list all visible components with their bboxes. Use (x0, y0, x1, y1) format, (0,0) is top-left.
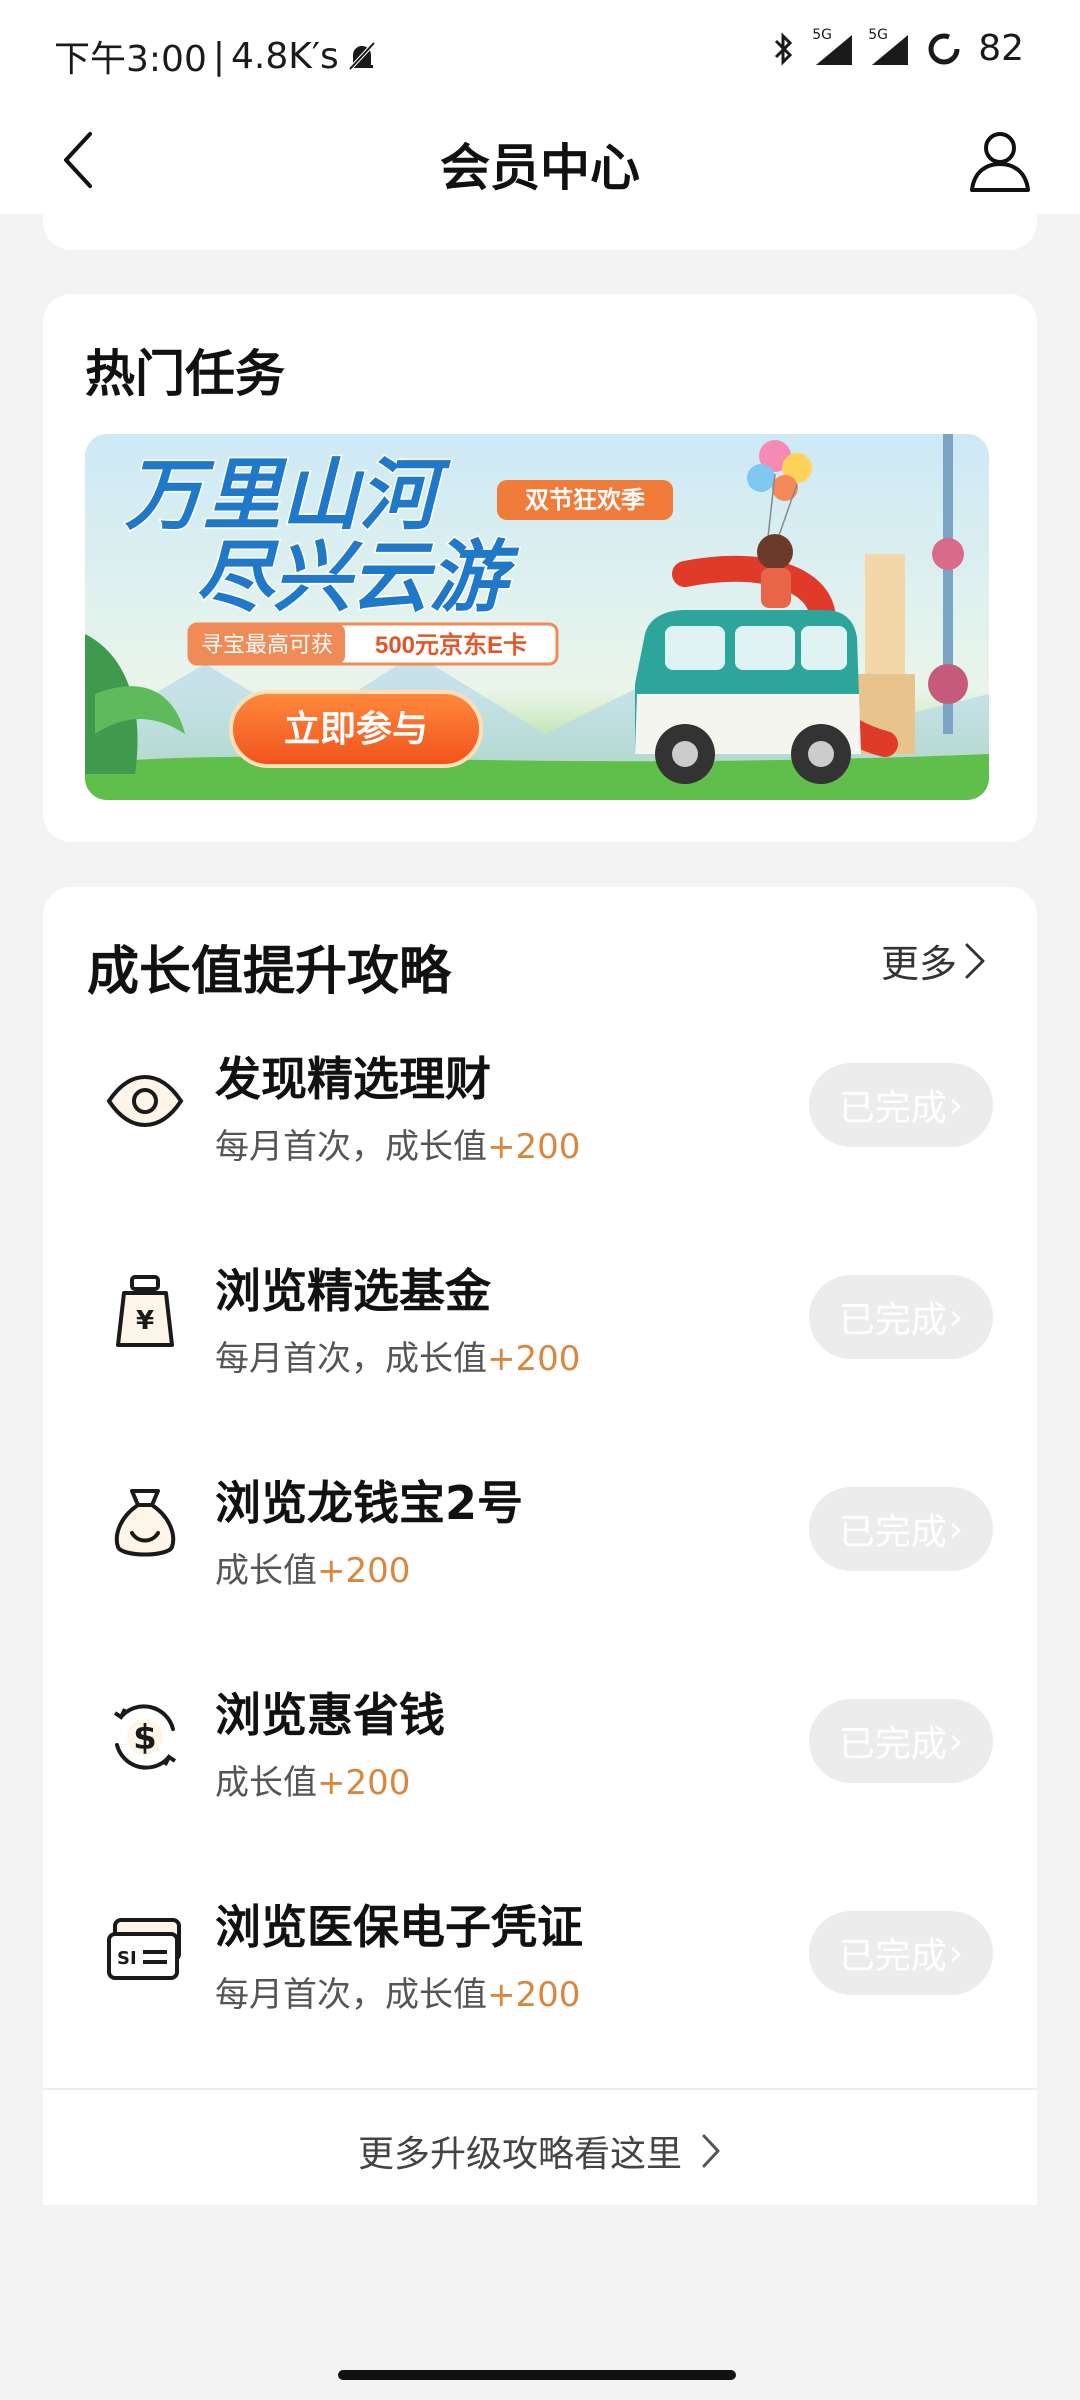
svg-text:¥: ¥ (136, 1306, 154, 1336)
signal-strength-1: 5G (812, 27, 854, 65)
battery-level: 82 (978, 28, 1024, 69)
banner-promo-prefix: 寻宝最高可获 (201, 632, 333, 657)
task-row: 浏览龙钱宝2号 成长值+200 已完成 › (43, 1427, 1037, 1639)
task-name: 浏览医保电子凭证 (215, 1900, 583, 1954)
battery-ring-icon (928, 33, 960, 64)
nav-bar: 会员中心 (0, 106, 1080, 214)
task-completed-button[interactable]: 已完成 › (809, 1911, 993, 1995)
task-row: 发现精选理财 每月首次，成长值+200 已完成 › (43, 1003, 1037, 1215)
task-desc: 每月首次，成长值+200 (215, 1339, 581, 1379)
status-time: 下午3:00 (54, 39, 207, 80)
bluetooth-icon (775, 31, 793, 66)
money-jar-icon: ¥ (99, 1267, 191, 1359)
task-name: 浏览惠省钱 (215, 1688, 445, 1742)
previous-card-bottom (43, 214, 1037, 250)
profile-button[interactable] (958, 118, 1042, 202)
chevron-right-icon: › (948, 1296, 964, 1338)
divider (43, 2088, 1037, 2090)
growth-heading: 成长值提升攻略 (87, 942, 452, 1002)
more-link[interactable]: 更多 (881, 933, 987, 988)
chevron-right-icon: › (948, 1508, 964, 1550)
status-bar: 下午3:00 | 4.8K′s 5G 5G 82 (0, 0, 1080, 106)
insurance-card-icon: SI (99, 1903, 191, 1995)
chevron-right-icon: › (948, 1720, 964, 1762)
more-label: 更多 (880, 942, 957, 986)
banner-title-line1: 万里山河 (125, 451, 451, 539)
task-desc: 每月首次，成长值+200 (215, 1127, 581, 1167)
svg-text:$: $ (133, 1718, 157, 1758)
task-points: +200 (317, 1551, 411, 1591)
growth-strategy-card: 成长值提升攻略 更多 发现精选理财 每月首次，成长值+200 已完成 › ¥ 浏览… (43, 887, 1037, 2205)
chevron-right-icon (702, 2134, 720, 2168)
task-points: +200 (317, 1763, 411, 1803)
chevron-right-icon: › (948, 1084, 964, 1126)
page-title: 会员中心 (440, 139, 640, 197)
banner-title-line2: 尽兴云游 (195, 533, 520, 621)
home-indicator[interactable] (338, 2370, 736, 2380)
task-completed-button[interactable]: 已完成 › (809, 1699, 993, 1783)
chevron-right-icon (965, 943, 985, 978)
more-strategy-link[interactable]: 更多升级攻略看这里 (43, 2125, 1037, 2177)
promo-banner[interactable]: 万里山河 尽兴云游 双节狂欢季 寻宝最高可获 500元京东E卡 立即参与 (85, 434, 989, 800)
task-desc: 成长值+200 (215, 1551, 411, 1591)
task-completed-button[interactable]: 已完成 › (809, 1063, 993, 1147)
dollar-cycle-icon: $ (99, 1691, 191, 1783)
task-row: $ 浏览惠省钱 成长值+200 已完成 › (43, 1639, 1037, 1851)
banner-cta: 立即参与 (284, 708, 428, 749)
signal-strength-2: 5G (868, 27, 910, 65)
hot-tasks-card: 热门任务 万里山河 尽兴云游 双节狂欢季 寻宝最高可获 500元京东E卡 立即参… (43, 294, 1037, 842)
task-points: +200 (487, 1127, 581, 1167)
banner-badge: 双节狂欢季 (525, 487, 645, 514)
money-bag-icon (99, 1479, 191, 1571)
eye-icon (99, 1055, 191, 1147)
more-strategy-label: 更多升级攻略看这里 (357, 2134, 682, 2175)
task-completed-button[interactable]: 已完成 › (809, 1275, 993, 1359)
task-desc: 成长值+200 (215, 1763, 411, 1803)
network-speed: 4.8K′s (230, 35, 339, 77)
task-name: 浏览精选基金 (215, 1264, 491, 1318)
bell-muted-icon (348, 41, 376, 71)
promo-banner-art: 万里山河 尽兴云游 双节狂欢季 寻宝最高可获 500元京东E卡 立即参与 (85, 434, 989, 800)
chevron-right-icon: › (948, 1932, 964, 1974)
svg-text:SI: SI (117, 1948, 137, 1969)
hot-tasks-heading: 热门任务 (85, 345, 285, 403)
task-points: +200 (487, 1339, 581, 1379)
task-row: SI 浏览医保电子凭证 每月首次，成长值+200 已完成 › (43, 1851, 1037, 2063)
status-right: 5G 5G 82 (768, 27, 1024, 69)
task-desc: 每月首次，成长值+200 (215, 1975, 581, 2015)
banner-promo-highlight: 500元京东E卡 (375, 631, 527, 659)
user-icon (970, 132, 1030, 192)
task-name: 浏览龙钱宝2号 (215, 1476, 524, 1530)
task-name: 发现精选理财 (215, 1052, 491, 1106)
status-left: 下午3:00 | 4.8K′s (54, 30, 379, 82)
task-row: ¥ 浏览精选基金 每月首次，成长值+200 已完成 › (43, 1215, 1037, 1427)
task-completed-button[interactable]: 已完成 › (809, 1487, 993, 1571)
task-points: +200 (487, 1975, 581, 2015)
